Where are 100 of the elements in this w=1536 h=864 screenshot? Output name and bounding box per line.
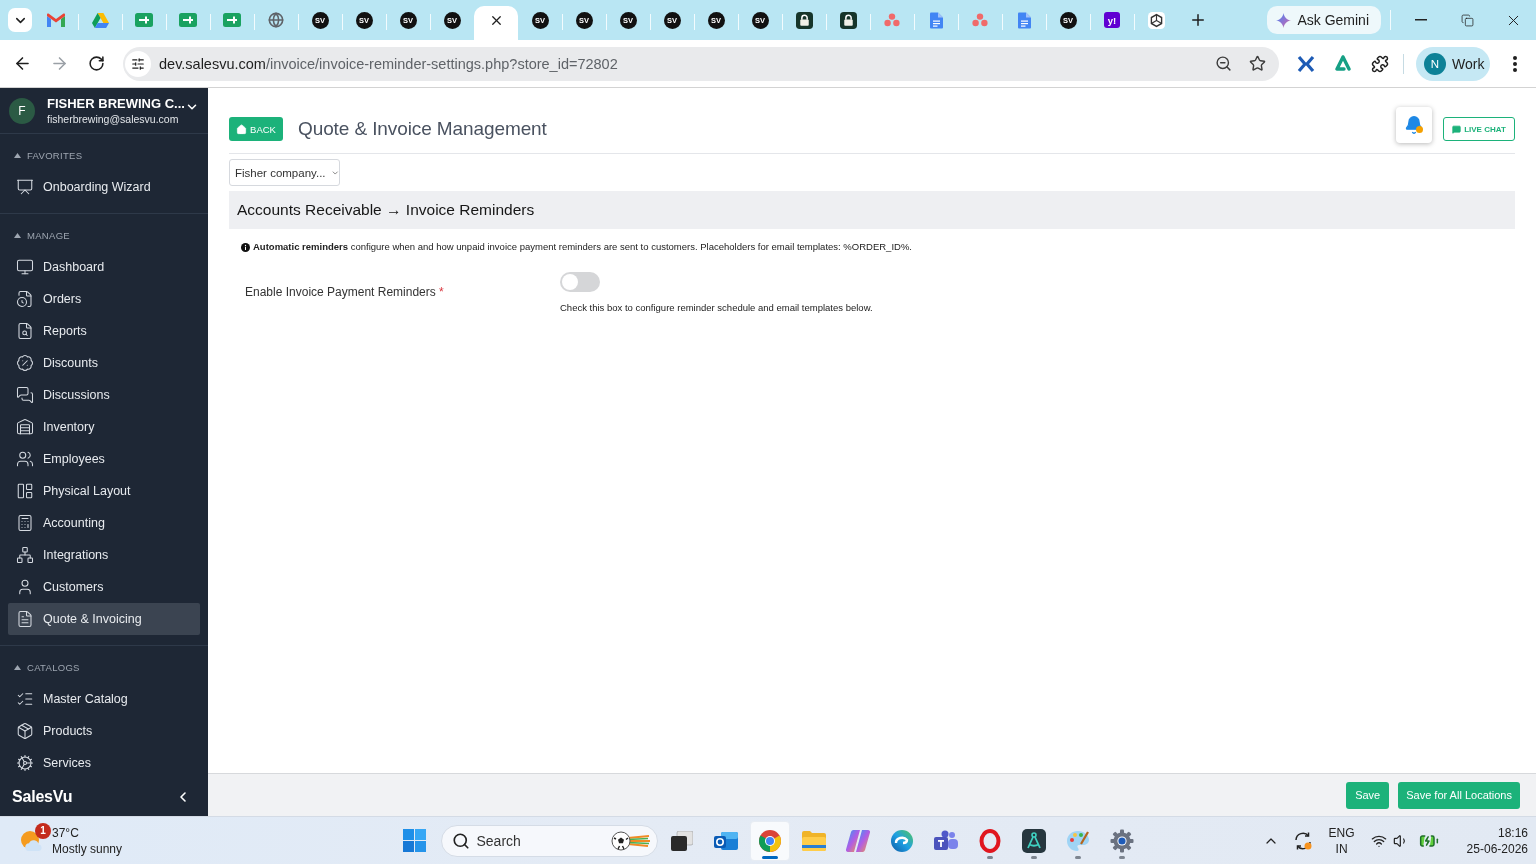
nav-item[interactable]: Employees xyxy=(8,443,200,475)
star-icon xyxy=(1248,55,1266,72)
menu-icon xyxy=(1513,55,1517,72)
nav-item[interactable]: Inventory xyxy=(8,411,200,443)
location-dropdown[interactable]: Fisher company... xyxy=(229,159,340,186)
knot-logo-icon xyxy=(1147,11,1165,29)
soccer-ball-icon xyxy=(609,829,650,852)
section-header[interactable]: MANAGE xyxy=(14,225,70,245)
section-header[interactable]: CATALOGS xyxy=(14,657,80,677)
help-text: Check this box to configure reminder schedule and email templates below. xyxy=(560,302,874,313)
site-settings-button[interactable] xyxy=(125,50,151,77)
house-icon xyxy=(236,123,248,135)
three-dots-logo-icon xyxy=(884,13,900,27)
sliders-icon xyxy=(131,56,145,71)
swirl-browser-icon xyxy=(889,828,914,853)
puzzle-icon xyxy=(1371,54,1389,73)
layout-icon xyxy=(16,482,34,500)
document-search-icon xyxy=(16,322,34,340)
people-app-icon xyxy=(933,829,958,852)
language-text: ENG xyxy=(1328,824,1355,841)
document-icon xyxy=(929,11,943,29)
field-label: Enable Invoice Payment Reminders * xyxy=(245,284,445,301)
sheet-logo-icon xyxy=(223,13,241,27)
bell-icon xyxy=(1404,115,1424,135)
info-text: Automatic reminders configure when and how unpaid invoice payment reminders are sent to customers. Placeholders for email templates: %ORDER_ID%. xyxy=(253,240,912,254)
package-icon xyxy=(16,722,34,740)
search-icon xyxy=(451,831,470,850)
sparkle-app-icon xyxy=(845,829,870,852)
nav-item[interactable]: Onboarding Wizard xyxy=(8,171,200,203)
nav-item[interactable]: Master Catalog xyxy=(8,683,200,715)
nav-item[interactable]: Reports xyxy=(8,315,200,347)
nav-item[interactable]: Discussions xyxy=(8,379,200,411)
mail-app-icon xyxy=(713,829,738,852)
person-icon xyxy=(16,578,34,596)
windows-logo-icon xyxy=(403,829,426,852)
globe-icon xyxy=(268,12,284,28)
percent-badge-icon xyxy=(16,354,34,372)
section-title: Accounts Receivable → Invoice Reminders xyxy=(229,191,1515,229)
nav-item[interactable]: Products xyxy=(8,715,200,747)
tab-list-button[interactable] xyxy=(8,8,32,32)
section-header[interactable]: FAVORITES xyxy=(14,145,83,165)
taskbar-app-button[interactable] xyxy=(749,820,790,861)
account-avatar: F xyxy=(9,97,35,124)
nav-item[interactable]: Customers xyxy=(8,571,200,603)
toggle-switch[interactable] xyxy=(560,272,600,292)
ask-gemini-button[interactable]: Ask Gemini xyxy=(1267,6,1381,34)
nav-item[interactable]: Orders xyxy=(8,283,200,315)
chat-bubble-icon xyxy=(1452,124,1462,134)
three-dots-logo-icon xyxy=(972,13,988,27)
envelope-logo-icon xyxy=(47,13,65,27)
document-clock-icon xyxy=(16,290,34,308)
profile-button[interactable]: N Work xyxy=(1416,46,1490,81)
sparkle-icon xyxy=(1276,12,1292,28)
reload-icon xyxy=(87,55,105,72)
document-icon xyxy=(1017,11,1031,29)
chat-bubbles-icon xyxy=(16,386,34,404)
browser-tab[interactable]: y! xyxy=(1090,6,1134,40)
sun-cloud-icon xyxy=(20,828,44,853)
browser-circle-icon xyxy=(757,828,782,853)
y-logo: y! xyxy=(1104,12,1120,28)
zoom-out-icon xyxy=(1214,55,1232,72)
page-title: Quote & Invoice Management xyxy=(298,118,547,140)
cross-logo-icon xyxy=(1297,54,1315,73)
gear-icon xyxy=(1109,828,1134,853)
account-name: FISHER BREWING C... xyxy=(47,96,185,111)
sheet-logo-icon xyxy=(135,13,153,27)
document-icon xyxy=(16,610,34,628)
checklist-icon xyxy=(16,690,34,708)
people-icon xyxy=(16,450,34,468)
lock-icon xyxy=(795,11,813,29)
nav-item[interactable]: Integrations xyxy=(8,539,200,571)
nav-item[interactable]: Discounts xyxy=(8,347,200,379)
compass-app-icon xyxy=(1021,828,1046,853)
nav-item[interactable]: Services xyxy=(8,747,200,778)
folder-icon xyxy=(801,830,826,851)
nav-item[interactable]: Physical Layout xyxy=(8,475,200,507)
presentation-icon xyxy=(16,178,34,196)
region-text: IN xyxy=(1335,840,1348,857)
clock-date: 25-06-2026 xyxy=(1466,840,1528,857)
address-field[interactable]: dev.salesvu.com/invoice/invoice-reminder-settings.php?store_id=72802 xyxy=(123,46,1279,81)
brand-logo: SalesVu xyxy=(12,788,73,806)
restore-icon xyxy=(1460,13,1474,27)
account-email: fisherbrewing@salesvu.com xyxy=(47,113,180,125)
clock-time: 18:16 xyxy=(1497,824,1528,841)
info-icon xyxy=(241,242,250,252)
sync-button[interactable] xyxy=(1292,830,1313,851)
warehouse-icon xyxy=(16,418,34,436)
nav-item[interactable]: Quote & Invoicing xyxy=(8,603,200,635)
nav-item[interactable]: Dashboard xyxy=(8,251,200,283)
plus-icon xyxy=(1189,11,1207,29)
profile-avatar: N xyxy=(1424,52,1446,75)
sync-icon xyxy=(1292,830,1313,851)
tri-node-logo-icon xyxy=(1334,54,1352,73)
sheet-logo-icon xyxy=(179,13,197,27)
gear-icon xyxy=(16,754,34,772)
network-icon xyxy=(16,546,34,564)
notification-badge: 1 xyxy=(35,822,51,839)
nav-item[interactable]: Accounting xyxy=(8,507,200,539)
notifications-button[interactable] xyxy=(1396,107,1432,143)
search-field[interactable]: Search xyxy=(440,824,658,857)
